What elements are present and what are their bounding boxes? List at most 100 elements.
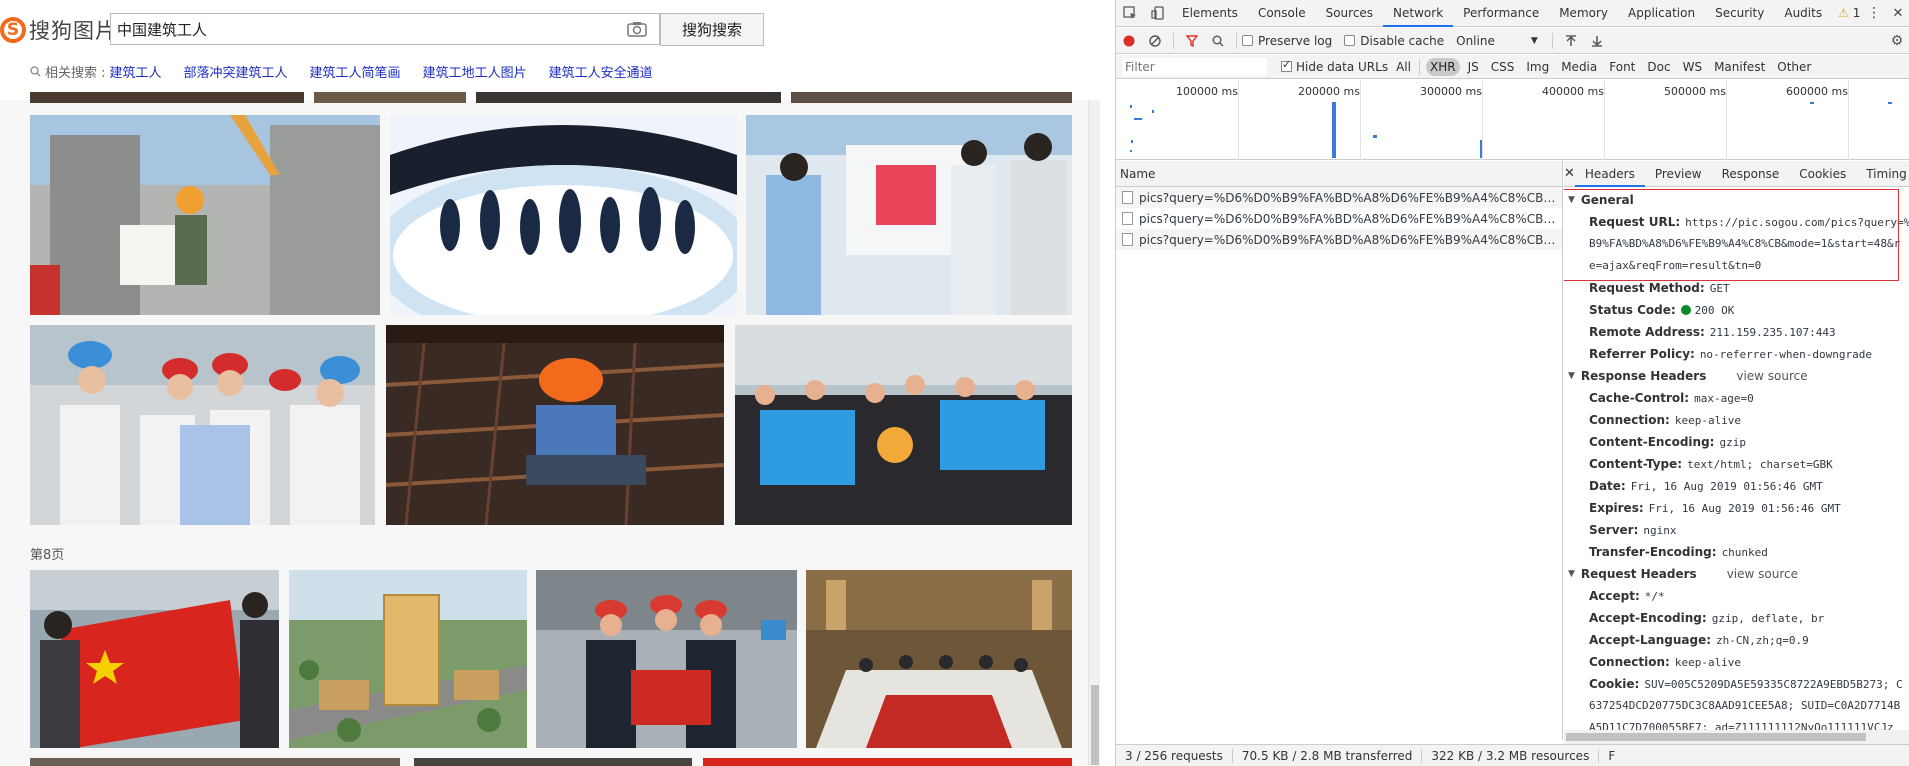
request-headers-toggle[interactable]: ▼ Request Headers view source [1564, 563, 1909, 585]
network-overview-timeline[interactable]: 100000 ms 200000 ms 300000 ms 400000 ms … [1116, 80, 1909, 160]
close-detail-icon[interactable]: ✕ [1564, 166, 1575, 181]
clear-icon[interactable] [1142, 28, 1168, 54]
more-options-icon[interactable]: ⋮ [1862, 5, 1886, 21]
response-header-row: Content-Type: text/html; charset=GBK [1564, 453, 1909, 475]
timeline-label: 400000 ms [1542, 85, 1604, 98]
tab-cookies[interactable]: Cookies [1789, 161, 1856, 187]
tab-application[interactable]: Application [1618, 0, 1705, 27]
device-toolbar-icon[interactable] [1144, 0, 1172, 27]
page-scrollbar-thumb[interactable] [1091, 685, 1099, 765]
image-tile[interactable] [289, 570, 527, 748]
header-key: Content-Encoding: [1589, 435, 1715, 449]
related-link[interactable]: 部落冲突建筑工人 [184, 62, 288, 81]
request-row[interactable]: pics?query=%D6%D0%B9%FA%BD%A8%D6%FE%B9%A… [1116, 229, 1562, 250]
image-tile[interactable] [30, 570, 279, 748]
image-tile[interactable] [30, 115, 380, 315]
search-input[interactable] [111, 14, 611, 44]
tab-network[interactable]: Network [1383, 0, 1454, 27]
tab-timing[interactable]: Timing [1856, 161, 1909, 187]
filter-type-xhr[interactable]: XHR [1425, 57, 1460, 76]
disable-cache-checkbox[interactable]: Disable cache [1344, 34, 1444, 48]
export-har-icon[interactable] [1584, 28, 1610, 54]
timeline-request-mark [1130, 150, 1132, 152]
image-tile[interactable] [30, 325, 375, 525]
request-row[interactable]: pics?query=%D6%D0%B9%FA%BD%A8%D6%FE%B9%A… [1116, 208, 1562, 229]
filter-type-all[interactable]: All [1392, 58, 1415, 76]
image-tile[interactable] [735, 325, 1072, 525]
request-count: 3 / 256 requests [1116, 748, 1233, 763]
throttling-select[interactable]: Online ▼ [1456, 34, 1538, 48]
filter-type-media[interactable]: Media [1557, 58, 1601, 76]
view-source-link[interactable]: view source [1736, 365, 1807, 387]
tab-response[interactable]: Response [1712, 161, 1790, 187]
toolbar-divider [1236, 32, 1237, 49]
image-tile[interactable] [30, 758, 400, 766]
image-tile[interactable] [746, 115, 1072, 315]
tab-performance[interactable]: Performance [1453, 0, 1549, 27]
response-header-row: Transfer-Encoding: chunked [1564, 541, 1909, 563]
sogou-logo[interactable]: S 搜狗图片 [0, 14, 117, 46]
detail-scrollbar-thumb[interactable] [1566, 733, 1866, 741]
image-tile[interactable] [791, 92, 1072, 103]
related-link[interactable]: 建筑工人安全通道 [549, 62, 653, 81]
header-key: Accept: [1589, 589, 1640, 603]
image-tile[interactable] [390, 115, 737, 315]
image-tile[interactable] [703, 758, 1072, 766]
related-link[interactable]: 建筑工人 [110, 62, 162, 81]
image-tile[interactable] [536, 570, 797, 748]
detail-horizontal-scrollbar[interactable] [1564, 730, 1909, 744]
filter-type-ws[interactable]: WS [1679, 58, 1706, 76]
tab-audits[interactable]: Audits [1774, 0, 1832, 27]
header-key: Expires: [1589, 501, 1644, 515]
tab-memory[interactable]: Memory [1549, 0, 1618, 27]
image-tile[interactable] [476, 92, 781, 103]
image-tile[interactable] [386, 325, 724, 525]
tab-sources[interactable]: Sources [1316, 0, 1383, 27]
search-button[interactable]: 搜狗搜索 [660, 13, 764, 46]
filter-icon[interactable] [1179, 28, 1205, 54]
header-value: max-age=0 [1694, 392, 1754, 405]
page-scrollbar[interactable] [1088, 100, 1100, 766]
network-settings-icon[interactable]: ⚙ [1884, 33, 1909, 49]
name-column-header[interactable]: Name [1116, 161, 1563, 187]
filter-type-img[interactable]: Img [1522, 58, 1553, 76]
image-tile[interactable] [806, 570, 1072, 748]
tab-console[interactable]: Console [1248, 0, 1316, 27]
camera-icon[interactable] [627, 21, 647, 37]
import-har-icon[interactable] [1558, 28, 1584, 54]
related-link[interactable]: 建筑工人简笔画 [310, 62, 401, 81]
request-list: pics?query=%D6%D0%B9%FA%BD%A8%D6%FE%B9%A… [1116, 187, 1563, 740]
request-row[interactable]: pics?query=%D6%D0%B9%FA%BD%A8%D6%FE%B9%A… [1116, 187, 1562, 208]
image-tile[interactable] [414, 758, 692, 766]
request-headers-title: Request Headers [1580, 567, 1697, 581]
image-tile[interactable] [314, 92, 466, 103]
tab-headers[interactable]: Headers [1574, 161, 1645, 187]
tab-elements[interactable]: Elements [1172, 0, 1248, 27]
header-value: zh-CN,zh;q=0.9 [1716, 634, 1809, 647]
filter-type-font[interactable]: Font [1605, 58, 1639, 76]
tab-security[interactable]: Security [1705, 0, 1774, 27]
inspect-element-icon[interactable] [1116, 0, 1144, 27]
search-icon[interactable] [1205, 28, 1231, 54]
response-header-row: Date: Fri, 16 Aug 2019 01:56:46 GMT [1564, 475, 1909, 497]
record-icon[interactable] [1116, 28, 1142, 54]
filter-type-doc[interactable]: Doc [1643, 58, 1674, 76]
related-link[interactable]: 建筑工地工人图片 [423, 62, 527, 81]
warning-counter[interactable]: ⚠ 1 [1838, 6, 1860, 20]
response-header-row: Expires: Fri, 16 Aug 2019 01:56:46 GMT [1564, 497, 1909, 519]
preserve-log-checkbox[interactable]: Preserve log [1242, 34, 1332, 48]
view-source-link[interactable]: view source [1727, 563, 1798, 585]
request-header-row: Accept-Encoding: gzip, deflate, br [1564, 607, 1909, 629]
hide-data-urls-checkbox[interactable]: Hide data URLs [1281, 58, 1388, 74]
header-key: Transfer-Encoding: [1589, 545, 1717, 559]
close-devtools-icon[interactable]: ✕ [1886, 6, 1909, 21]
filter-input[interactable] [1122, 57, 1267, 76]
tab-preview[interactable]: Preview [1645, 161, 1712, 187]
filter-type-js[interactable]: JS [1464, 58, 1483, 76]
filter-type-manifest[interactable]: Manifest [1710, 58, 1769, 76]
filter-type-other[interactable]: Other [1773, 58, 1815, 76]
response-headers-toggle[interactable]: ▼ Response Headers view source [1564, 365, 1909, 387]
image-tile[interactable] [30, 92, 304, 103]
filter-type-css[interactable]: CSS [1487, 58, 1519, 76]
filter-divider [1418, 58, 1420, 75]
